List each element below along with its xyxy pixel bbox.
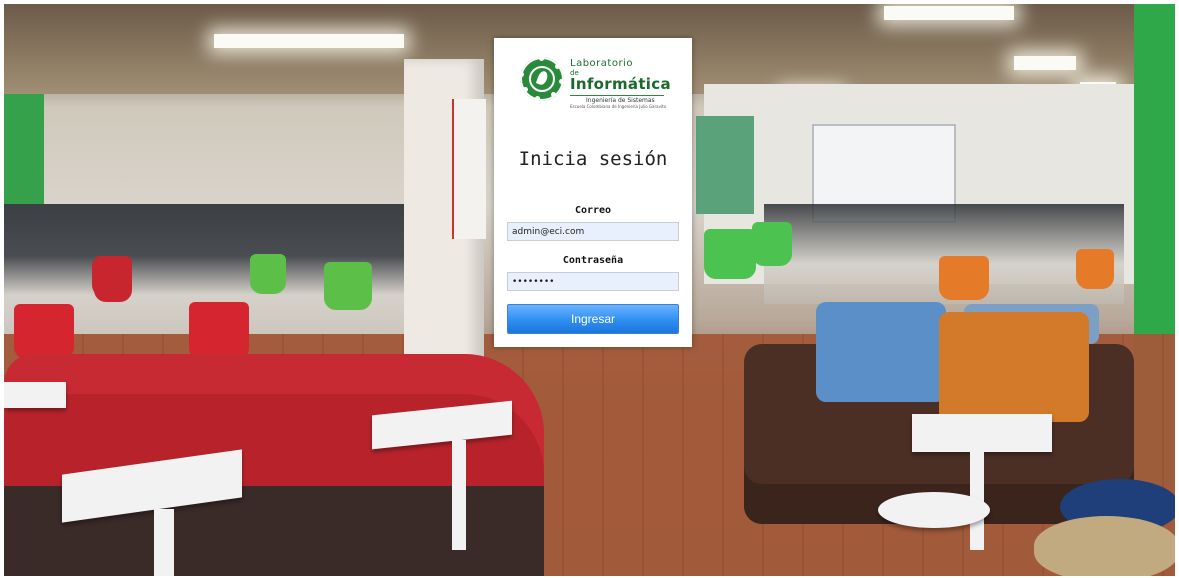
password-field[interactable] <box>507 272 679 291</box>
chair <box>324 262 372 310</box>
chair <box>704 229 756 279</box>
login-title: Inicia sesión <box>518 148 668 170</box>
email-field[interactable] <box>507 222 679 241</box>
chair <box>939 256 989 300</box>
chair <box>189 302 249 360</box>
cushion <box>939 312 1089 422</box>
ceiling-light <box>1014 56 1076 70</box>
chair <box>14 304 74 359</box>
chair <box>92 259 122 297</box>
ceiling-light <box>214 34 404 48</box>
table-leg <box>452 440 466 550</box>
poster <box>452 99 486 239</box>
tan-ottoman <box>1034 516 1175 576</box>
round-stool <box>878 492 990 528</box>
logo-text-school: Escuela Colombiana de Ingeniería Julio G… <box>570 104 667 109</box>
email-label: Correo <box>574 205 612 216</box>
login-card: Laboratorio de Informática Ingeniería de… <box>494 38 692 347</box>
chair <box>752 222 792 266</box>
green-wall <box>4 94 44 204</box>
logo-emblem-icon <box>519 56 564 101</box>
logo-text-laboratorio: Laboratorio <box>570 58 633 69</box>
cushion <box>816 302 946 402</box>
chair <box>250 254 286 294</box>
password-label: Contraseña <box>562 255 624 266</box>
chair <box>1076 249 1114 289</box>
login-button[interactable]: Ingresar <box>507 304 679 334</box>
ceiling-light <box>884 6 1014 20</box>
side-table <box>912 414 1052 452</box>
table-leg <box>154 509 174 576</box>
logo-text-program: Ingeniería de Sistemas <box>586 97 655 104</box>
lab-logo: Laboratorio de Informática Ingeniería de… <box>516 53 671 111</box>
green-board <box>696 116 754 214</box>
side-table <box>4 382 66 408</box>
logo-text-informatica: Informática <box>570 75 671 93</box>
logo-divider <box>570 95 664 96</box>
